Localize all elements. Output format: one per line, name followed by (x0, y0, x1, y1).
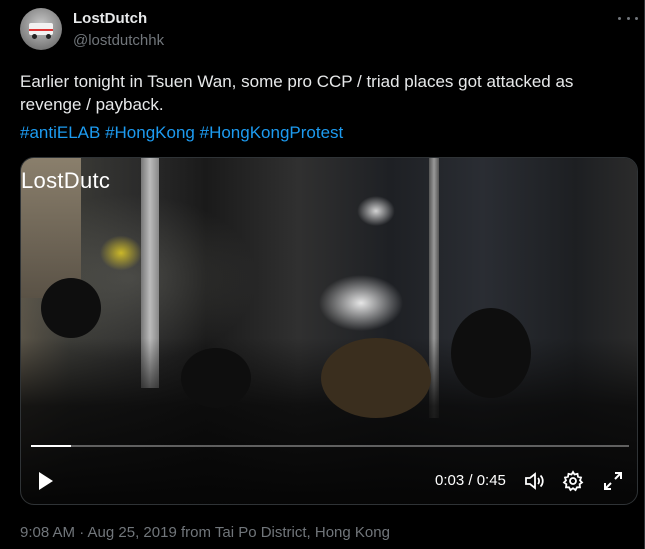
gear-icon[interactable] (560, 468, 586, 494)
avatar-wheel (32, 34, 37, 39)
video-frame (21, 158, 637, 504)
avatar[interactable] (20, 8, 62, 50)
video-scene-figure (321, 338, 431, 418)
hashtag-link[interactable]: #HongKong (105, 123, 195, 142)
tweet-card: LostDutch @lostdutchhk Earlier tonight i… (0, 0, 645, 549)
author-handle[interactable]: @lostdutchhk (73, 32, 164, 49)
video-progress-fill (31, 445, 72, 447)
more-options-icon[interactable] (618, 10, 638, 26)
author-name[interactable]: LostDutch (73, 10, 147, 27)
volume-icon[interactable] (521, 468, 547, 494)
avatar-stripe (29, 29, 53, 31)
tweet-timestamp[interactable]: 9:08 AM · Aug 25, 2019 from Tai Po Distr… (20, 524, 390, 541)
video-progress-bar[interactable] (31, 445, 629, 447)
video-time: 0:03 / 0:45 (435, 472, 506, 489)
fullscreen-icon[interactable] (600, 468, 626, 494)
video-scene-figure (41, 278, 101, 338)
hashtag-link[interactable]: #HongKongProtest (200, 123, 344, 142)
video-player[interactable]: LostDutc 0:03 / 0:45 (20, 157, 638, 505)
hashtag-link[interactable]: #antiELAB (20, 123, 100, 142)
video-scene-figure (451, 308, 531, 398)
video-scene-figure (181, 348, 251, 408)
video-watermark: LostDutc (21, 168, 111, 193)
play-icon[interactable] (36, 470, 56, 492)
hashtags: #antiELAB #HongKong #HongKongProtest (20, 121, 343, 144)
tweet-text: Earlier tonight in Tsuen Wan, some pro C… (20, 72, 574, 114)
avatar-wheel (46, 34, 51, 39)
